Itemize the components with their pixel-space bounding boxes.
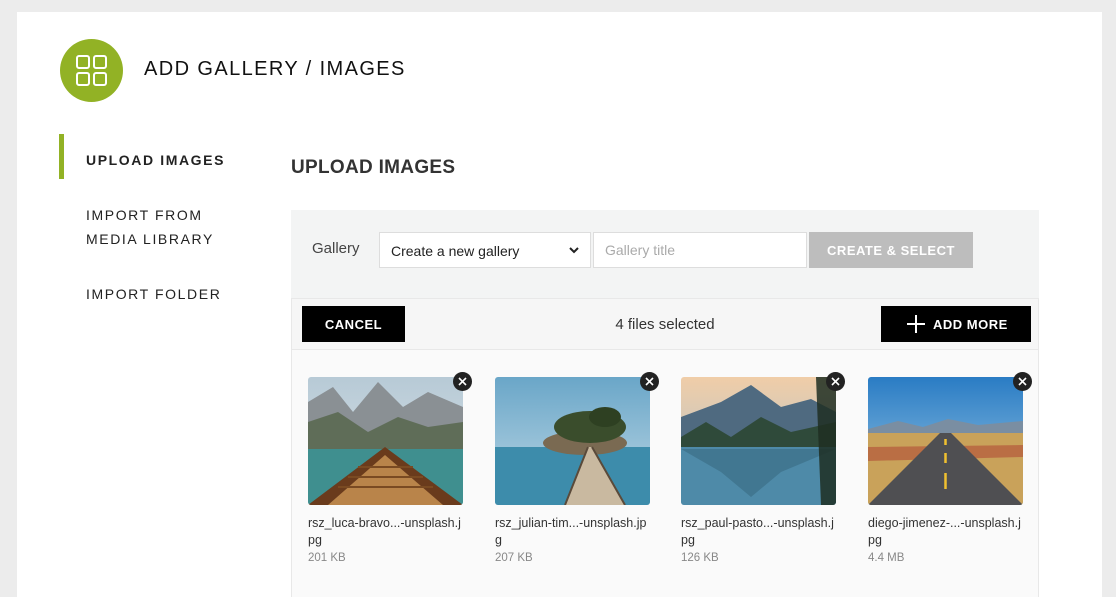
- close-icon: [831, 377, 840, 386]
- image-thumbnail[interactable]: [681, 377, 836, 505]
- file-name: rsz_julian-tim...-unsplash.jpg: [495, 516, 647, 547]
- sidebar-item-import-folder[interactable]: IMPORT FOLDER: [59, 282, 279, 306]
- gallery-select-value: Create a new gallery: [391, 243, 520, 259]
- remove-file-button[interactable]: [453, 372, 472, 391]
- close-icon: [1018, 377, 1027, 386]
- sidebar-item-import-media-library[interactable]: IMPORT FROM MEDIA LIBRARY: [59, 203, 259, 251]
- create-select-button[interactable]: CREATE & SELECT: [809, 232, 973, 268]
- file-name: rsz_paul-pasto...-unsplash.jpg: [681, 516, 834, 547]
- sidebar-item-upload-images[interactable]: UPLOAD IMAGES: [59, 134, 279, 179]
- uploader-toolbar: 4 files selected CANCEL ADD MORE: [292, 299, 1038, 350]
- cancel-button[interactable]: CANCEL: [302, 306, 405, 342]
- gallery-bar: Gallery Create a new gallery CREATE & SE…: [291, 210, 1039, 298]
- grid-icon: [60, 39, 123, 102]
- file-item: rsz_luca-bravo...-unsplash.jpg 201 KB: [308, 372, 472, 564]
- section-title: UPLOAD IMAGES: [291, 157, 456, 178]
- file-size: 4.4 MB: [868, 552, 905, 564]
- remove-file-button[interactable]: [640, 372, 659, 391]
- chevron-down-icon: [569, 247, 579, 254]
- remove-file-button[interactable]: [1013, 372, 1032, 391]
- image-thumbnail[interactable]: [308, 377, 463, 505]
- page-title: ADD GALLERY / IMAGES: [144, 58, 406, 80]
- file-item: rsz_paul-pasto...-unsplash.jpg 126 KB: [681, 372, 845, 564]
- main-panel: ADD GALLERY / IMAGES UPLOAD IMAGES IMPOR…: [17, 12, 1102, 597]
- sidebar-nav: UPLOAD IMAGES IMPORT FROM MEDIA LIBRARY …: [59, 134, 279, 306]
- add-more-label: ADD MORE: [933, 316, 1008, 332]
- image-thumbnail[interactable]: [868, 377, 1023, 505]
- image-thumbnail[interactable]: [495, 377, 650, 505]
- file-item: rsz_julian-tim...-unsplash.jpg 207 KB: [495, 372, 659, 564]
- close-icon: [645, 377, 654, 386]
- remove-file-button[interactable]: [826, 372, 845, 391]
- gallery-select[interactable]: Create a new gallery: [379, 232, 591, 268]
- file-item: diego-jimenez-...-unsplash.jpg 4.4 MB: [868, 372, 1032, 564]
- file-size: 126 KB: [681, 552, 719, 564]
- file-uploader: 4 files selected CANCEL ADD MORE rsz_luc…: [291, 298, 1039, 597]
- gallery-label: Gallery: [312, 240, 360, 257]
- add-more-button[interactable]: ADD MORE: [881, 306, 1031, 342]
- close-icon: [458, 377, 467, 386]
- file-name: rsz_luca-bravo...-unsplash.jpg: [308, 516, 461, 547]
- plus-icon: [907, 315, 925, 333]
- file-name: diego-jimenez-...-unsplash.jpg: [868, 516, 1021, 547]
- file-size: 201 KB: [308, 552, 346, 564]
- file-size: 207 KB: [495, 552, 533, 564]
- gallery-title-input[interactable]: [593, 232, 807, 268]
